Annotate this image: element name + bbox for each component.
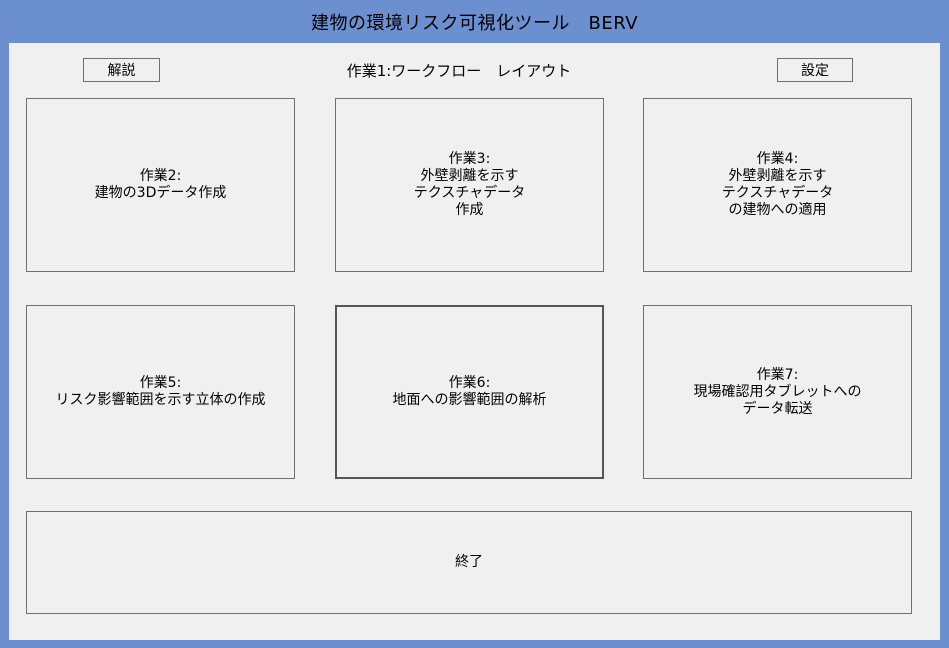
workflow-heading: 作業1:ワークフロー レイアウト [346,62,572,80]
help-button[interactable]: 解説 [83,58,160,82]
settings-button[interactable]: 設定 [777,58,853,82]
task-5-button[interactable]: 作業5: リスク影響範囲を示す立体の作成 [26,305,295,479]
exit-button[interactable]: 終了 [26,511,912,614]
task-4-button[interactable]: 作業4: 外壁剥離を示す テクスチャデータ の建物への適用 [643,98,912,272]
client-area: 解説 作業1:ワークフロー レイアウト 設定 作業2: 建物の3Dデータ作成 作… [9,43,940,640]
app-window: 建物の環境リスク可視化ツール BERV 解説 作業1:ワークフロー レイアウト … [0,0,949,648]
window-title: 建物の環境リスク可視化ツール BERV [310,12,639,34]
task-6-button[interactable]: 作業6: 地面への影響範囲の解析 [335,305,604,479]
task-7-button[interactable]: 作業7: 現場確認用タブレットへの データ転送 [643,305,912,479]
task-3-button[interactable]: 作業3: 外壁剥離を示す テクスチャデータ 作成 [335,98,604,272]
task-2-button[interactable]: 作業2: 建物の3Dデータ作成 [26,98,295,272]
